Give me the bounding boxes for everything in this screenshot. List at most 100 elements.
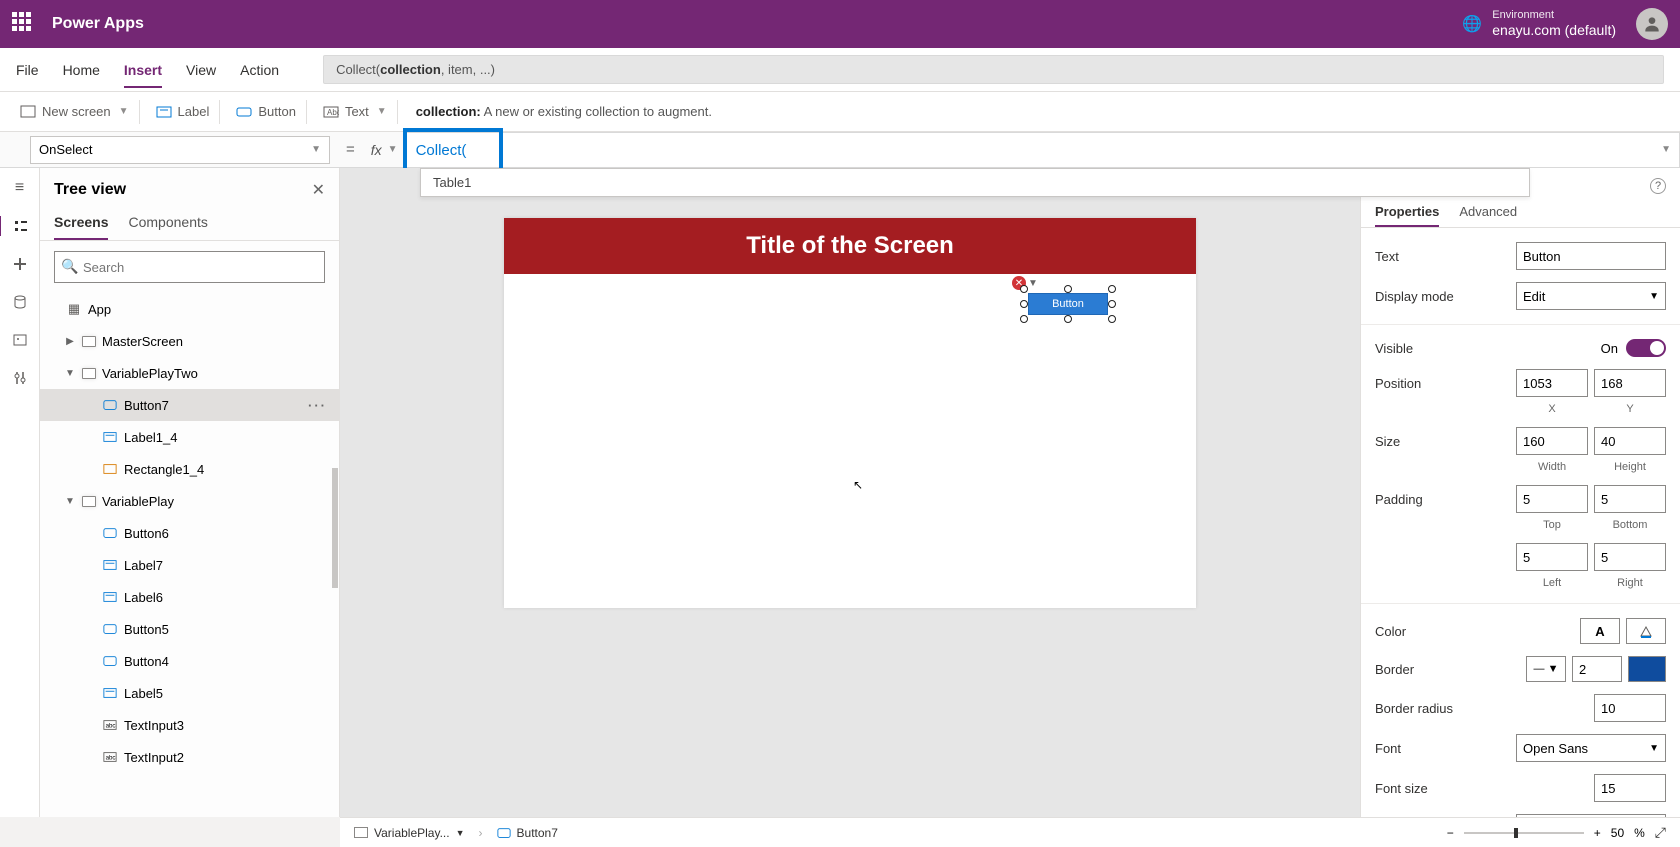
prop-pad-bottom-input[interactable] [1594,485,1666,513]
tab-components[interactable]: Components [128,206,207,240]
avatar[interactable] [1636,8,1668,40]
prop-displaymode-select[interactable]: Edit▼ [1516,282,1666,310]
expand-icon[interactable]: ⤢ [1655,824,1666,841]
help-icon[interactable]: ? [1650,178,1666,194]
tree-item-label: TextInput2 [124,750,184,765]
prop-pos-y-input[interactable] [1594,369,1666,397]
prop-visible-on: On [1601,341,1618,356]
tree-item[interactable]: Button5 [40,613,339,645]
prop-padding-label: Padding [1375,492,1423,507]
environment-picker[interactable]: 🌐 Environment enayu.com (default) [1462,9,1616,39]
tree-item[interactable]: Button4 [40,645,339,677]
tree-item[interactable]: abc TextInput2 [40,741,339,773]
tree-item-label: Button5 [124,622,169,637]
tree-item-label: VariablePlay [102,494,174,509]
prop-font-select[interactable]: Open Sans▼ [1516,734,1666,762]
fx-chevron-icon[interactable]: ▼ [388,144,406,155]
tree-item-label: Button6 [124,526,169,541]
chevron-down-icon: ▼ [311,144,321,155]
zoom-in-button[interactable]: + [1594,826,1601,840]
formula-expand-icon[interactable]: ▼ [1661,144,1671,155]
more-icon[interactable]: ··· [308,398,327,413]
tree-item[interactable]: Label5 [40,677,339,709]
menu-file[interactable]: File [16,52,39,88]
prop-pad-left-input[interactable] [1516,543,1588,571]
zoom-slider[interactable] [1464,832,1584,834]
close-icon[interactable]: ✕ [312,180,325,200]
formula-suggest-item[interactable]: Table1 [420,168,1530,197]
prop-border-color-swatch[interactable] [1628,656,1666,682]
tree-item-label: Label1_4 [124,430,178,445]
menu-action[interactable]: Action [240,52,279,88]
tree-item[interactable]: ▶MasterScreen [40,325,339,357]
tree-item-label: Rectangle1_4 [124,462,204,477]
breadcrumb-control[interactable]: Button7 [497,826,558,840]
tree-item[interactable]: Button6 [40,517,339,549]
rail-tree-view-icon[interactable] [0,216,38,236]
zoom-out-button[interactable]: − [1447,826,1454,840]
scrollbar-thumb[interactable] [332,468,338,588]
search-icon: 🔍 [61,258,78,275]
chevron-down-icon: ▼ [119,106,129,117]
breadcrumb-screen[interactable]: VariablePlay... ▼ [354,826,465,840]
canvas-area[interactable]: Title of the Screen ✕ ▼ Button ↖ [340,168,1360,817]
selection-handles[interactable] [1020,285,1116,323]
prop-width-input[interactable] [1516,427,1588,455]
menu-insert[interactable]: Insert [124,52,162,88]
rail-hamburger-icon[interactable]: ≡ [10,178,30,198]
tree-item[interactable]: Rectangle1_4 [40,453,339,485]
prop-fontsize-input[interactable] [1594,774,1666,802]
tree-item[interactable]: abcTextInput3 [40,709,339,741]
prop-pos-x-input[interactable] [1516,369,1588,397]
tree-item[interactable]: Button7··· [40,389,339,421]
prop-fill-color-button[interactable] [1626,618,1666,644]
caret-icon[interactable]: ▼ [64,368,76,379]
prop-radius-input[interactable] [1594,694,1666,722]
tree-item[interactable]: Label6 [40,581,339,613]
property-selector[interactable]: OnSelect▼ [30,136,330,164]
tree-item[interactable]: ▼ VariablePlay [40,485,339,517]
chevron-down-icon: ▼ [456,828,465,838]
tab-properties[interactable]: Properties [1375,198,1439,227]
prop-font-color-button[interactable]: A [1580,618,1620,644]
tree-search-input[interactable] [54,251,325,283]
insert-label-button[interactable]: Label [146,100,221,124]
app-launcher-icon[interactable] [12,12,36,36]
prop-pad-right-input[interactable] [1594,543,1666,571]
tree-view-panel: Tree view ✕ Screens Components 🔍 ▦ App ▶… [40,168,340,817]
prop-height-input[interactable] [1594,427,1666,455]
prop-border-label: Border [1375,662,1414,677]
caret-icon[interactable]: ▼ [64,496,76,507]
rail-data-icon[interactable] [10,292,30,312]
menu-view[interactable]: View [186,52,216,88]
formula-input[interactable]: Collect( [406,137,1679,163]
tree-item[interactable]: Label7 [40,549,339,581]
txt-icon: abc [102,749,118,765]
tab-screens[interactable]: Screens [54,206,108,240]
tree-item-app[interactable]: ▦ App [40,293,339,325]
rail-insert-icon[interactable] [10,254,30,274]
insert-button-button[interactable]: Button [226,100,307,124]
insert-text-button[interactable]: Abc Text▼ [313,100,398,124]
btn-icon [102,653,118,669]
environment-name: enayu.com (default) [1492,22,1616,39]
caret-icon[interactable]: ▶ [64,336,76,347]
prop-pad-top-input[interactable] [1516,485,1588,513]
rail-media-icon[interactable] [10,330,30,350]
prop-border-style-select[interactable]: — ▼ [1526,656,1566,682]
prop-border-width-input[interactable] [1572,656,1622,682]
rail-advanced-icon[interactable] [10,368,30,388]
tree-item-label: Button4 [124,654,169,669]
menu-home[interactable]: Home [63,52,100,88]
prop-text-input[interactable] [1516,242,1666,270]
prop-fontsize-label: Font size [1375,781,1428,796]
prop-font-label: Font [1375,741,1401,756]
prop-visible-label: Visible [1375,341,1413,356]
tree-view-title: Tree view [54,181,126,199]
prop-visible-toggle[interactable] [1626,339,1666,357]
tree-item[interactable]: ▼VariablePlayTwo [40,357,339,389]
tab-advanced[interactable]: Advanced [1459,198,1517,227]
tree-item[interactable]: Label1_4 [40,421,339,453]
new-screen-button[interactable]: New screen▼ [10,100,140,124]
zoom-pct: % [1634,826,1645,840]
